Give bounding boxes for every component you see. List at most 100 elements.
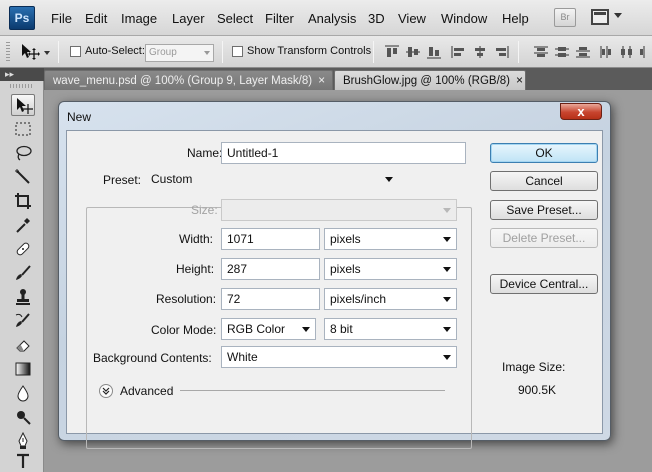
resolution-unit-dropdown[interactable]: pixels/inch: [324, 288, 457, 310]
tab-label: BrushGlow.jpg @ 100% (RGB/8): [343, 75, 510, 87]
crop-tool[interactable]: [11, 190, 35, 212]
brush-tool[interactable]: [11, 262, 35, 284]
auto-select-label: Auto-Select:: [85, 45, 145, 57]
divider: [518, 41, 519, 63]
size-dropdown: [221, 199, 457, 221]
distribute-bottom-edges-icon[interactable]: [575, 45, 591, 59]
menu-3d[interactable]: 3D: [368, 11, 385, 26]
menu-help[interactable]: Help: [502, 11, 529, 26]
name-input[interactable]: Untitled-1: [221, 142, 466, 164]
lasso-icon: [16, 145, 32, 161]
quick-selection-tool[interactable]: [11, 166, 35, 188]
pen-tool[interactable]: [11, 430, 35, 452]
ok-button[interactable]: OK: [490, 143, 598, 163]
tab-brushglow[interactable]: BrushGlow.jpg @ 100% (RGB/8) ×: [334, 70, 526, 90]
auto-select-checkbox[interactable]: [70, 46, 81, 57]
align-top-edges-icon[interactable]: [384, 45, 400, 59]
background-contents-label: Background Contents:: [93, 351, 212, 365]
align-horizontal-centers-icon[interactable]: [472, 45, 488, 59]
tools-panel-grip[interactable]: [10, 84, 34, 88]
menu-select[interactable]: Select: [217, 11, 253, 26]
bandage-icon: [16, 242, 30, 256]
marquee-tool[interactable]: [11, 118, 35, 140]
lasso-tool[interactable]: [11, 142, 35, 164]
save-preset-button[interactable]: Save Preset...: [490, 200, 598, 220]
align-left-edges-icon[interactable]: [451, 45, 467, 59]
close-icon[interactable]: ×: [516, 71, 523, 90]
distribute-top-edges-icon[interactable]: [533, 45, 549, 59]
menu-image[interactable]: Image: [121, 11, 157, 26]
crop-icon: [15, 193, 31, 209]
width-input[interactable]: 1071: [221, 228, 320, 250]
distribute-vertical-centers-icon[interactable]: [554, 45, 570, 59]
device-central-button[interactable]: Device Central...: [490, 274, 598, 294]
eyedropper-tool[interactable]: [11, 214, 35, 236]
clone-stamp-tool[interactable]: [11, 286, 35, 308]
blur-tool[interactable]: [11, 382, 35, 404]
distribute-left-edges-icon[interactable]: [598, 45, 614, 59]
width-unit-dropdown[interactable]: pixels: [324, 228, 457, 250]
align-bottom-edges-icon[interactable]: [426, 45, 442, 59]
show-transform-checkbox[interactable]: [232, 46, 243, 57]
menu-layer[interactable]: Layer: [172, 11, 205, 26]
height-unit-dropdown[interactable]: pixels: [324, 258, 457, 280]
options-bar-grip[interactable]: [6, 42, 10, 62]
divider: [373, 41, 374, 63]
advanced-divider: [180, 390, 445, 391]
divider: [58, 41, 59, 63]
chevron-down-icon: [443, 355, 451, 360]
move-icon: [17, 98, 33, 114]
tool-preset-chevron-icon[interactable]: [44, 51, 50, 55]
advanced-toggle-button[interactable]: [99, 384, 113, 398]
height-input[interactable]: 287: [221, 258, 320, 280]
align-vertical-centers-icon[interactable]: [405, 45, 421, 59]
preset-label: Preset:: [101, 173, 144, 187]
color-mode-dropdown[interactable]: RGB Color: [221, 318, 316, 340]
healing-brush-tool[interactable]: [11, 238, 35, 260]
width-label: Width:: [179, 232, 214, 246]
align-right-edges-icon[interactable]: [493, 45, 509, 59]
screen-mode-icon[interactable]: [591, 9, 609, 25]
background-contents-dropdown[interactable]: White: [221, 346, 457, 368]
color-mode-value: RGB Color: [227, 322, 286, 336]
eraser-tool[interactable]: [11, 334, 35, 356]
size-label: Size:: [191, 203, 218, 217]
menu-file[interactable]: File: [51, 11, 72, 26]
magic-wand-icon: [15, 169, 30, 184]
bit-depth-dropdown[interactable]: 8 bit: [324, 318, 457, 340]
menu-edit[interactable]: Edit: [85, 11, 107, 26]
water-drop-icon: [17, 385, 29, 402]
distribute-right-edges-icon[interactable]: [638, 45, 652, 59]
distribute-horizontal-centers-icon[interactable]: [619, 45, 635, 59]
close-button[interactable]: x: [560, 103, 602, 120]
delete-preset-button: Delete Preset...: [490, 228, 598, 248]
auto-select-value: Group: [149, 47, 177, 58]
tools-panel-header[interactable]: ▸▸: [0, 68, 44, 81]
rectangular-marquee-icon: [15, 122, 31, 136]
move-tool-icon[interactable]: [20, 43, 40, 61]
cancel-button[interactable]: Cancel: [490, 171, 598, 191]
resolution-input[interactable]: 72: [221, 288, 320, 310]
launch-bridge-button[interactable]: Br: [554, 8, 576, 27]
history-brush-tool[interactable]: [11, 310, 35, 332]
options-bar: Auto-Select: Group Show Transform Contro…: [0, 36, 652, 68]
chevron-down-icon: [302, 327, 310, 332]
move-tool[interactable]: [11, 94, 35, 116]
menu-analysis[interactable]: Analysis: [308, 11, 356, 26]
menu-view[interactable]: View: [398, 11, 426, 26]
preset-value: Custom: [151, 172, 193, 186]
type-tool[interactable]: [11, 450, 35, 472]
history-brush-icon: [15, 313, 30, 327]
eraser-icon: [16, 340, 30, 352]
menu-filter[interactable]: Filter: [265, 11, 294, 26]
tab-wave-menu[interactable]: wave_menu.psd @ 100% (Group 9, Layer Mas…: [44, 70, 333, 90]
chevron-down-icon: [385, 177, 393, 182]
preset-dropdown[interactable]: Custom: [146, 169, 398, 191]
gradient-tool[interactable]: [11, 358, 35, 380]
chevron-down-icon[interactable]: [614, 13, 622, 18]
dodge-tool[interactable]: [11, 406, 35, 428]
width-unit-value: pixels: [330, 232, 361, 246]
close-icon[interactable]: ×: [318, 71, 325, 90]
menu-window[interactable]: Window: [441, 11, 487, 26]
auto-select-dropdown[interactable]: Group: [145, 44, 214, 62]
